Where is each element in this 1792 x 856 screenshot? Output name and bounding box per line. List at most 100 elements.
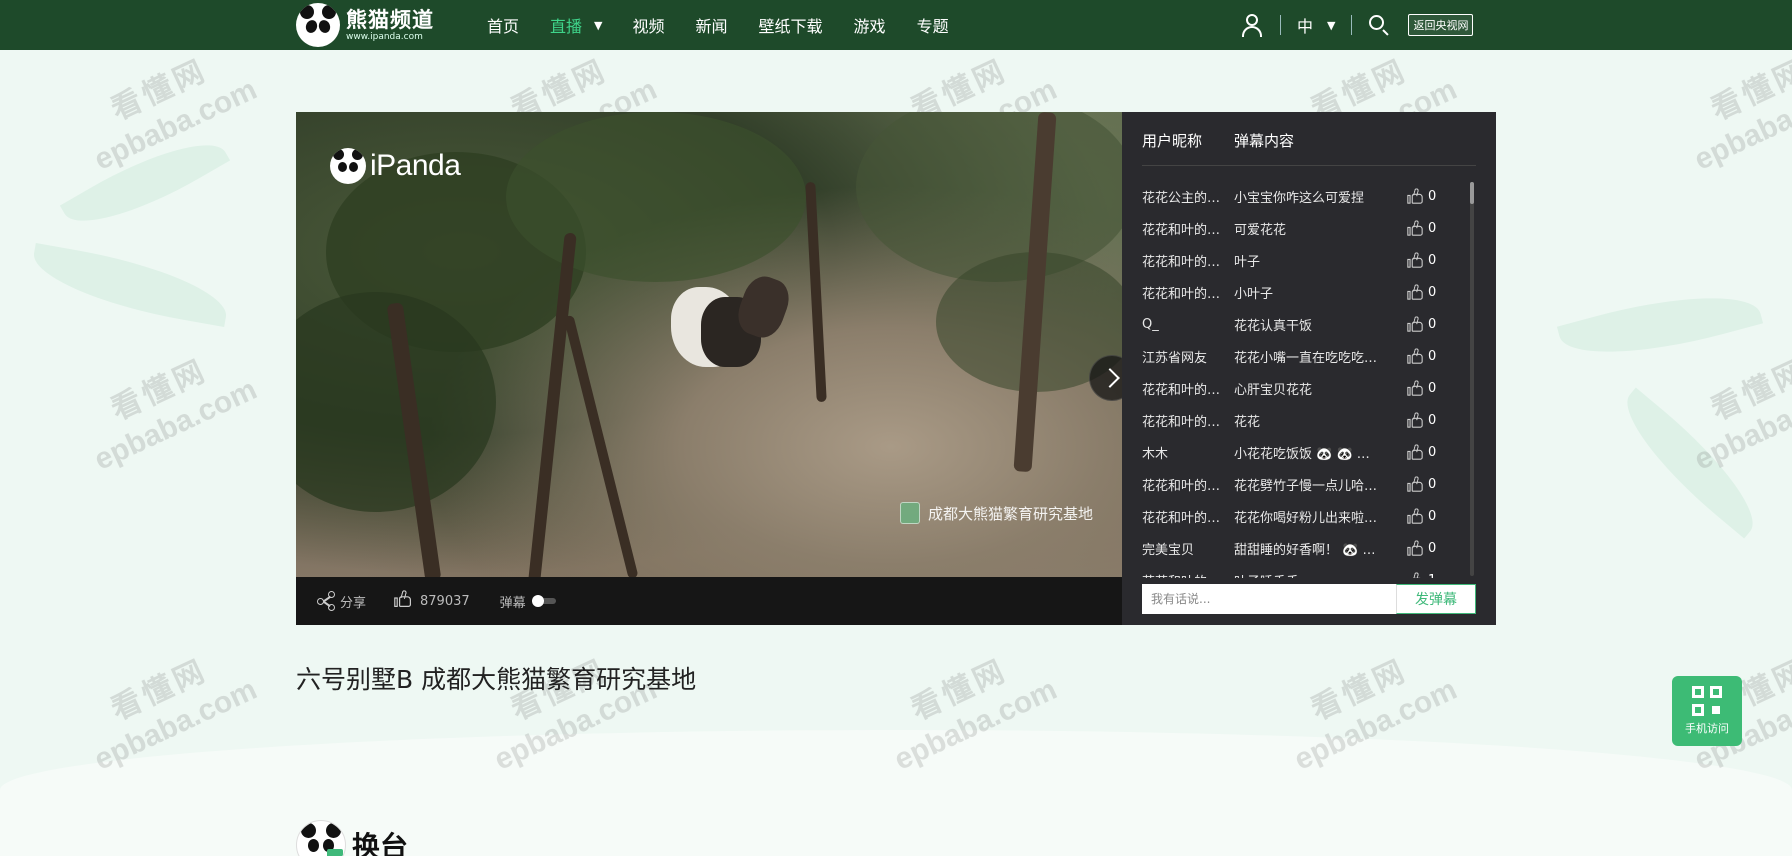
video-source-text: 成都大熊猫繁育研究基地 [928, 504, 1094, 523]
like-button[interactable]: 879037 [394, 589, 470, 610]
danmaku-row: 木木 小花花吃饭饭 🐼 🐼 … 0 [1142, 436, 1472, 468]
player-controls: 分享 879037 弹幕 [296, 577, 1122, 625]
video-source-label: 成都大熊猫繁育研究基地 [900, 502, 1093, 524]
nav-topics[interactable]: 专题 [917, 13, 949, 37]
danmaku-header: 用户昵称 弹幕内容 [1142, 130, 1476, 166]
thumbs-up-icon [1407, 571, 1423, 578]
thumbs-up-icon [1407, 315, 1423, 332]
danmaku-row: 花花公主的… 小宝宝你咋这么可爱捏 0 [1142, 180, 1472, 212]
danmaku-like-button[interactable]: 0 [1407, 187, 1436, 204]
danmaku-list[interactable]: 花花公主的… 小宝宝你咋这么可爱捏 0 花花和叶的… 可爱花花 0 花花和叶的… 叶子 0 花花和… [1142, 180, 1472, 578]
danmaku-toggle[interactable]: 弹幕 [500, 592, 556, 611]
danmaku-row: 花花和叶的… 叶子 0 [1142, 244, 1472, 276]
danmaku-compose: 发弹幕 [1142, 584, 1476, 614]
danmaku-like-button[interactable]: 0 [1407, 411, 1437, 428]
danmaku-user: 花花和叶的… [1142, 254, 1221, 270]
logo-url: www.ipanda.com [346, 31, 423, 42]
panda-logo-icon [296, 3, 340, 47]
main-nav: 首页 直播 ▼ 视频 新闻 壁纸下载 游戏 专题 [487, 0, 980, 50]
danmaku-row: 完美宝贝 甜甜睡的好香啊！ 🐼 … 0 [1142, 532, 1472, 564]
danmaku-message: 花花小嘴一直在吃吃吃… [1234, 350, 1378, 366]
danmaku-like-button[interactable]: 0 [1407, 539, 1437, 556]
danmaku-message: 小花花吃饭饭 🐼 🐼 … [1234, 446, 1370, 462]
danmaku-row: 江苏省网友 花花小嘴一直在吃吃吃… 0 [1142, 340, 1472, 372]
live-video-stream[interactable]: iPanda 成都大熊猫繁育研究基地 [296, 112, 1122, 577]
danmaku-user: 花花公主的… [1142, 190, 1221, 206]
danmaku-like-count: 0 [1428, 220, 1437, 236]
mobile-access-button[interactable]: 手机访问 [1672, 676, 1742, 746]
danmaku-message: 叶子 [1234, 254, 1261, 270]
thumbs-up-icon [1407, 475, 1423, 492]
logo-text: 熊猫频道 www.ipanda.com [346, 8, 434, 43]
thumbs-up-icon [1407, 283, 1423, 300]
danmaku-like-button[interactable]: 0 [1407, 251, 1436, 268]
language-selector[interactable]: 中 [1297, 13, 1313, 37]
video-player: iPanda 成都大熊猫繁育研究基地 分享 879037 弹幕 [296, 112, 1135, 625]
danmaku-user: 花花和叶的… [1142, 510, 1221, 526]
thumbs-up-icon [1407, 379, 1423, 396]
send-danmaku-button[interactable]: 发弹幕 [1396, 584, 1476, 614]
column-danmaku-content: 弹幕内容 [1234, 132, 1295, 150]
nav-home[interactable]: 首页 [487, 13, 519, 37]
danmaku-input[interactable] [1142, 584, 1396, 614]
bamboo-leaf-decoration [27, 243, 233, 327]
site-logo[interactable]: 熊猫频道 www.ipanda.com [296, 2, 436, 48]
danmaku-like-button[interactable]: 0 [1407, 443, 1436, 460]
danmaku-user: 木木 [1142, 446, 1169, 462]
qr-code-icon [1692, 686, 1722, 716]
danmaku-user: Q_ [1142, 316, 1159, 332]
nav-games[interactable]: 游戏 [854, 13, 886, 37]
section-title: 换台 [352, 830, 409, 856]
danmaku-user: 花花和叶的… [1142, 414, 1221, 430]
danmaku-message: 小叶子 [1234, 286, 1274, 302]
danmaku-user: 花花和叶的… [1142, 286, 1221, 302]
danmaku-user: 花花和叶的… [1142, 382, 1221, 398]
danmaku-like-button[interactable]: 0 [1407, 379, 1436, 396]
nav-video[interactable]: 视频 [633, 13, 665, 37]
danmaku-like-count: 0 [1428, 540, 1437, 556]
danmaku-like-button[interactable]: 1 [1407, 571, 1436, 579]
back-to-cctv-button[interactable]: 返回央视网 [1408, 14, 1474, 36]
danmaku-message: 小宝宝你咋这么可爱捏 [1234, 190, 1365, 206]
danmaku-switch[interactable] [531, 595, 556, 607]
danmaku-like-count: 1 [1428, 573, 1436, 579]
danmaku-message: 花花认真干饭 [1234, 318, 1313, 334]
mobile-access-label: 手机访问 [1685, 722, 1729, 735]
danmaku-message: 花花劈竹子慢一点儿哈… [1234, 478, 1378, 494]
danmaku-row: 花花和叶的… 花花你喝好粉儿出来啦… 0 [1142, 500, 1472, 532]
danmaku-like-button[interactable]: 0 [1407, 347, 1436, 364]
caret-down-icon[interactable]: ▼ [594, 19, 602, 32]
share-button[interactable]: 分享 [316, 591, 366, 611]
base-logo-icon [900, 502, 920, 524]
danmaku-user: 花花和叶的… [1142, 571, 1234, 579]
nav-live[interactable]: 直播 [550, 13, 582, 37]
danmaku-like-button[interactable]: 0 [1407, 315, 1437, 332]
danmaku-user: 花花和叶的… [1142, 222, 1221, 238]
caret-down-icon[interactable]: ▼ [1327, 19, 1335, 32]
logo-title: 熊猫频道 [346, 7, 434, 32]
danmaku-message: 可爱花花 [1234, 222, 1287, 238]
user-icon[interactable] [1240, 13, 1264, 37]
danmaku-like-button[interactable]: 0 [1407, 507, 1436, 524]
danmaku-like-count: 0 [1428, 316, 1437, 332]
danmaku-row: 花花和叶的… 心肝宝贝花花 0 [1142, 372, 1472, 404]
danmaku-like-button[interactable]: 0 [1407, 283, 1436, 300]
chevron-right-icon [1100, 368, 1120, 388]
danmaku-row: 花花和叶的… 小叶子 0 [1142, 276, 1472, 308]
danmaku-row: 花花和叶的…叶子睡香香 1 [1142, 564, 1472, 578]
video-title: 六号别墅B 成都大熊猫繁育研究基地 [296, 665, 697, 694]
nav-news[interactable]: 新闻 [696, 13, 728, 37]
thumbs-up-icon [1407, 507, 1423, 524]
search-icon[interactable] [1368, 14, 1390, 36]
danmaku-like-button[interactable]: 0 [1407, 219, 1437, 236]
background-wave [0, 730, 1792, 856]
danmaku-like-count: 0 [1428, 412, 1437, 428]
watermark: 看懂网epbaba.com [89, 353, 262, 477]
danmaku-like-button[interactable]: 0 [1407, 475, 1436, 492]
danmaku-panel: 用户昵称 弹幕内容 花花公主的… 小宝宝你咋这么可爱捏 0 花花和叶的… 可爱花花 0 花花… [1122, 112, 1496, 625]
nav-wallpaper[interactable]: 壁纸下载 [759, 13, 823, 37]
thumbs-up-icon [1407, 539, 1423, 556]
danmaku-scrollbar[interactable] [1470, 182, 1474, 576]
thumbs-up-icon [1407, 251, 1423, 268]
bamboo-leaf-decoration [59, 120, 231, 246]
